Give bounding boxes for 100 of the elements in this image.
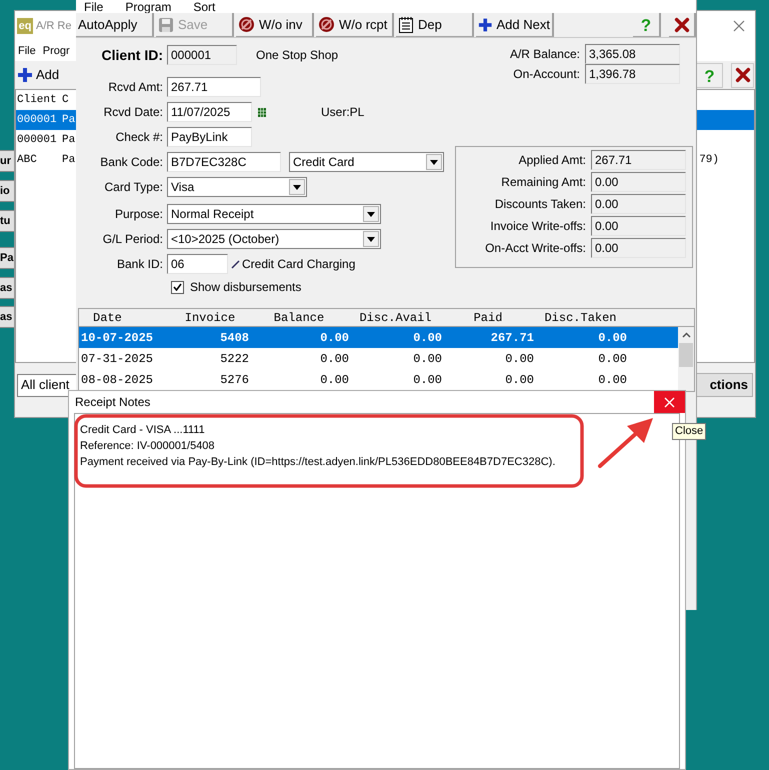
- text-field[interactable]: 0.00: [591, 194, 686, 214]
- table-cell-text: 5276: [219, 372, 249, 388]
- side-button[interactable]: io: [0, 180, 14, 202]
- bank-name: Credit Card Charging: [242, 256, 356, 273]
- toolbar-button[interactable]: AutoApply: [76, 13, 154, 37]
- text-field[interactable]: 267.71: [591, 150, 686, 170]
- table-row[interactable]: 08-08-2025 5276 0.00 0.00 0.00 0.00: [79, 369, 678, 390]
- field-label: On-Acct Write-offs:: [484, 240, 587, 257]
- table-cell-text: 0.00: [504, 372, 534, 388]
- toolbar-button[interactable]: W/o inv: [236, 13, 314, 37]
- menu-item[interactable]: Progr: [42, 42, 70, 60]
- table-cell-text: 0.00: [597, 350, 627, 368]
- table-cell-text: 5222: [219, 350, 249, 368]
- plus-icon: [478, 16, 493, 32]
- table-cell-text: ABC: [17, 152, 38, 168]
- table-cell-text: 000001: [17, 112, 58, 128]
- dropdown[interactable]: <10>2025 (October): [167, 229, 381, 249]
- close-button[interactable]: [654, 391, 685, 413]
- table-cell-text: 0.00: [412, 350, 442, 368]
- dropdown[interactable]: Visa: [167, 177, 307, 197]
- column-header: C: [62, 92, 69, 108]
- menu-item[interactable]: Program: [125, 0, 172, 12]
- text-field[interactable]: 11/07/2025: [167, 102, 252, 122]
- notepad-icon: [398, 16, 414, 33]
- dropdown[interactable]: Credit Card: [289, 152, 444, 172]
- table-cell-text: Pa: [62, 152, 76, 168]
- scroll-thumb[interactable]: [679, 343, 693, 367]
- table-row[interactable]: 10-07-2025 5408 0.00 0.00 267.71 0.00: [79, 327, 678, 348]
- close-icon[interactable]: [733, 20, 745, 32]
- toolbar-button[interactable]: W/o rcpt: [316, 13, 394, 37]
- toolbar-button[interactable]: Dep: [396, 13, 474, 37]
- note-line: Reference: IV-000001/5408: [80, 439, 216, 454]
- table-cell-text: 0.00: [319, 330, 349, 346]
- checkbox[interactable]: [171, 280, 184, 294]
- dialog-title: Receipt Notes: [74, 394, 150, 411]
- table-cell-text: 0.00: [504, 350, 534, 368]
- text-field[interactable]: 3,365.08: [585, 44, 680, 64]
- side-button[interactable]: as: [0, 306, 14, 328]
- side-button[interactable]: ur: [0, 150, 14, 172]
- table-cell-text: Pa: [62, 112, 76, 128]
- field-label: Applied Amt:: [518, 152, 587, 169]
- window-title: A/R Re: [36, 18, 72, 34]
- column-header: Invoice: [184, 310, 236, 326]
- calendar-icon[interactable]: [258, 108, 266, 116]
- field-label: Remaining Amt:: [500, 174, 587, 191]
- column-header: Client: [17, 92, 58, 108]
- field-label: Rcvd Date:: [102, 104, 164, 121]
- close-button[interactable]: [669, 13, 696, 37]
- field-label: Discounts Taken:: [494, 196, 587, 213]
- column-header: Date: [92, 310, 123, 326]
- field-label: On-Account:: [512, 66, 581, 83]
- menu-item[interactable]: File: [84, 0, 104, 12]
- text-field[interactable]: 000001: [167, 45, 237, 65]
- menu-item[interactable]: Sort: [193, 0, 216, 12]
- field-label: Purpose:: [114, 206, 164, 223]
- field-label: A/R Balance:: [508, 46, 581, 63]
- toolbar-button[interactable]: Add Next: [476, 13, 554, 37]
- column-header: Disc.Avail: [358, 310, 432, 326]
- field-label: Bank ID:: [116, 256, 164, 273]
- table-cell-text: 0.00: [319, 350, 349, 368]
- table-cell-text: 0.00: [412, 330, 442, 346]
- text-field[interactable]: 0.00: [591, 216, 686, 236]
- text-field[interactable]: 267.71: [167, 77, 261, 97]
- dropdown[interactable]: Normal Receipt: [167, 204, 381, 224]
- text-field[interactable]: 06: [167, 254, 228, 274]
- close-button[interactable]: [731, 62, 754, 88]
- scroll-up-icon[interactable]: [682, 332, 690, 338]
- field-label: Card Type:: [104, 179, 164, 196]
- column-header: Disc.Taken: [543, 310, 618, 326]
- forbidden-icon: [238, 16, 255, 33]
- dropdown-arrow-icon: [367, 212, 375, 216]
- text-field[interactable]: 1,396.78: [585, 64, 680, 84]
- field-label: Check #:: [114, 129, 164, 146]
- client-name: One Stop Shop: [256, 47, 338, 64]
- filter-field[interactable]: All client: [17, 374, 77, 396]
- text-field[interactable]: B7D7EC328C: [167, 152, 281, 172]
- dropdown-arrow-icon: [430, 160, 438, 164]
- table-cell-text: 0.00: [412, 372, 442, 388]
- field-label: Invoice Write-offs:: [489, 218, 587, 235]
- close-icon: [674, 16, 690, 32]
- side-button[interactable]: tu: [0, 210, 14, 232]
- side-button[interactable]: Pa: [0, 247, 14, 269]
- text-field[interactable]: 0.00: [591, 172, 686, 192]
- add-button[interactable]: Add: [16, 63, 60, 87]
- side-button[interactable]: as: [0, 277, 14, 299]
- table-cell-text: 0.00: [597, 372, 627, 388]
- text-field[interactable]: PayByLink: [167, 127, 252, 147]
- table-row[interactable]: 07-31-2025 5222 0.00 0.00 0.00 0.00: [79, 348, 678, 369]
- text-field[interactable]: 0.00: [591, 238, 686, 258]
- checkbox-label: Show disbursements: [190, 279, 302, 296]
- column-header: Paid: [472, 310, 504, 326]
- table-cell-text: 10-07-2025: [80, 330, 154, 346]
- table-cell-text: 000001: [17, 132, 58, 148]
- menu-item[interactable]: File: [18, 42, 36, 60]
- app-logo: eq: [17, 18, 33, 34]
- table-cell-text: 08-08-2025: [80, 372, 154, 388]
- scrollbar[interactable]: [678, 327, 694, 391]
- field-label: Bank Code:: [99, 154, 164, 171]
- close-icon: [664, 396, 675, 408]
- checkmark-icon: [173, 283, 182, 291]
